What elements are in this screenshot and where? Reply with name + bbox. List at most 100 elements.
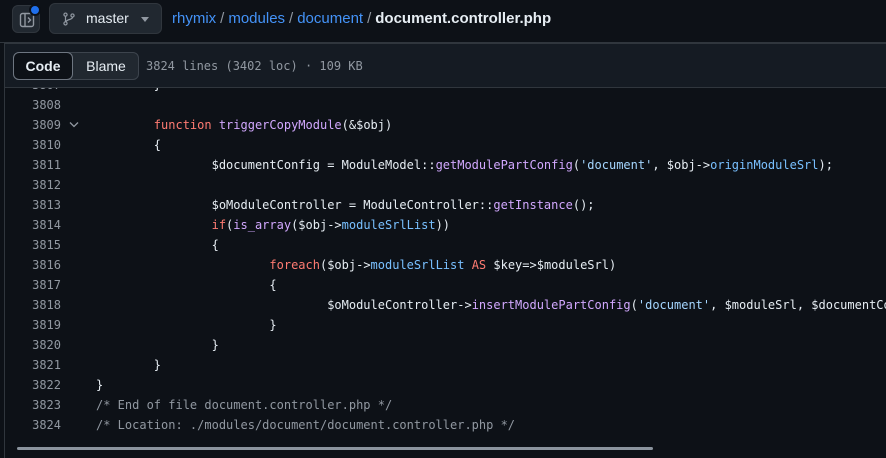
code-token: )) xyxy=(435,218,451,232)
code-text: } xyxy=(96,88,161,95)
chevron-down-icon[interactable] xyxy=(69,121,79,129)
code-text: } xyxy=(96,315,277,335)
code-view[interactable]: 3807 }38083809 function triggerCopyModul… xyxy=(4,88,886,458)
code-line: 3818 $oModuleController->insertModulePar… xyxy=(5,295,886,315)
file-header: Code Blame 3824 lines (3402 loc) · 109 K… xyxy=(4,43,886,88)
code-line: 3821 } xyxy=(5,355,886,375)
code-token: { xyxy=(96,278,277,292)
code-token: ( xyxy=(630,298,638,312)
code-token: moduleSrlList xyxy=(341,218,436,232)
line-number[interactable]: 3813 xyxy=(5,195,61,215)
top-bar: master rhymix / modules / document / document.… xyxy=(0,0,886,42)
code-line: 3807 } xyxy=(5,88,886,95)
code-token: ($obj-> xyxy=(319,258,371,272)
code-token: /* Location: ./modules/document/document… xyxy=(96,418,516,432)
code-text: if(is_array($obj->moduleSrlList)) xyxy=(96,215,450,235)
code-line: 3810 { xyxy=(5,135,886,155)
code-token: if xyxy=(211,218,227,232)
line-number[interactable]: 3807 xyxy=(5,88,61,95)
branch-label: master xyxy=(86,10,129,26)
line-number[interactable]: 3809 xyxy=(5,115,61,135)
code-token: ($obj-> xyxy=(291,218,342,232)
code-text: foreach($obj->moduleSrlList AS $key=>$mo… xyxy=(96,255,616,275)
code-text: { xyxy=(96,235,219,255)
code-token: triggerCopyModule xyxy=(218,118,342,132)
code-token: $oModuleController = ModuleController:: xyxy=(96,198,494,212)
code-token: $documentConfig = ModuleModel:: xyxy=(96,158,436,172)
code-line: 3820 } xyxy=(5,335,886,355)
code-line: 3812 xyxy=(5,175,886,195)
line-number[interactable]: 3820 xyxy=(5,335,61,355)
code-line: 3816 foreach($obj->moduleSrlList AS $key… xyxy=(5,255,886,275)
code-token: 'document' xyxy=(637,298,711,312)
current-file-name: document.controller.php xyxy=(375,10,552,27)
code-token: getModulePartConfig xyxy=(435,158,573,172)
line-number[interactable]: 3808 xyxy=(5,95,61,115)
code-text: $documentConfig = ModuleModel::getModule… xyxy=(96,155,833,175)
code-text: $oModuleController = ModuleController::g… xyxy=(96,195,595,215)
code-token: , $obj-> xyxy=(652,158,711,172)
code-text: { xyxy=(96,135,161,155)
line-number[interactable]: 3815 xyxy=(5,235,61,255)
code-token: ); xyxy=(818,158,833,172)
code-line: 3809 function triggerCopyModule(&$obj) xyxy=(5,115,886,135)
code-token: AS xyxy=(471,258,487,272)
blame-tab[interactable]: Blame xyxy=(73,53,139,79)
code-token: moduleSrlList xyxy=(370,258,465,272)
code-token: $oModuleController-> xyxy=(96,298,472,312)
code-token: is_array xyxy=(233,218,292,232)
code-token: (); xyxy=(572,198,595,212)
code-token: /* End of file document.controller.php *… xyxy=(96,398,393,412)
code-text: /* End of file document.controller.php *… xyxy=(96,395,392,415)
file-info: 3824 lines (3402 loc) · 109 KB xyxy=(146,59,363,73)
code-text: } xyxy=(96,355,161,375)
code-line: 3824 /* Location: ./modules/document/docu… xyxy=(5,415,886,435)
line-number[interactable]: 3818 xyxy=(5,295,61,315)
code-line: 3815 { xyxy=(5,235,886,255)
line-number[interactable]: 3817 xyxy=(5,275,61,295)
code-line: 3811 $documentConfig = ModuleModel::getM… xyxy=(5,155,886,175)
line-number[interactable]: 3822 xyxy=(5,375,61,395)
line-number[interactable]: 3819 xyxy=(5,315,61,335)
code-text: } xyxy=(96,375,103,395)
code-token: insertModulePartConfig xyxy=(471,298,631,312)
git-branch-icon xyxy=(63,12,75,26)
line-number[interactable]: 3821 xyxy=(5,355,61,375)
code-line: 3817 { xyxy=(5,275,886,295)
breadcrumb-separator: / xyxy=(220,10,225,27)
breadcrumb-link-document[interactable]: document xyxy=(297,10,363,27)
code-token: } xyxy=(96,338,219,352)
branch-selector[interactable]: master xyxy=(49,3,162,34)
notification-dot xyxy=(29,4,41,16)
line-number[interactable]: 3810 xyxy=(5,135,61,155)
breadcrumb-separator: / xyxy=(289,10,294,27)
breadcrumb-separator: / xyxy=(367,10,372,27)
line-number[interactable]: 3823 xyxy=(5,395,61,415)
code-line: 3808 xyxy=(5,95,886,115)
code-token: { xyxy=(96,238,219,252)
line-number[interactable]: 3816 xyxy=(5,255,61,275)
code-tab[interactable]: Code xyxy=(13,52,73,80)
code-line: 3814 if(is_array($obj->moduleSrlList)) xyxy=(5,215,886,235)
code-token: } xyxy=(96,88,161,92)
code-token: ( xyxy=(572,158,581,172)
horizontal-scrollbar[interactable] xyxy=(17,447,653,450)
code-token: originModuleSrl xyxy=(710,158,819,172)
breadcrumb-link-repo[interactable]: rhymix xyxy=(172,10,216,27)
code-line: 3813 $oModuleController = ModuleControll… xyxy=(5,195,886,215)
code-text: /* Location: ./modules/document/document… xyxy=(96,415,515,435)
code-token: $key=>$moduleSrl) xyxy=(486,258,617,272)
code-text: $oModuleController->insertModulePartConf… xyxy=(96,295,886,315)
line-number[interactable]: 3824 xyxy=(5,415,61,435)
code-token: } xyxy=(96,358,162,372)
line-number[interactable]: 3814 xyxy=(5,215,61,235)
code-text: } xyxy=(96,335,219,355)
code-token: getInstance xyxy=(493,198,573,212)
breadcrumb-link-modules[interactable]: modules xyxy=(228,10,285,27)
view-mode-toggle: Code Blame xyxy=(13,52,139,80)
line-number[interactable]: 3811 xyxy=(5,155,61,175)
code-token: } xyxy=(96,318,277,332)
line-number[interactable]: 3812 xyxy=(5,175,61,195)
